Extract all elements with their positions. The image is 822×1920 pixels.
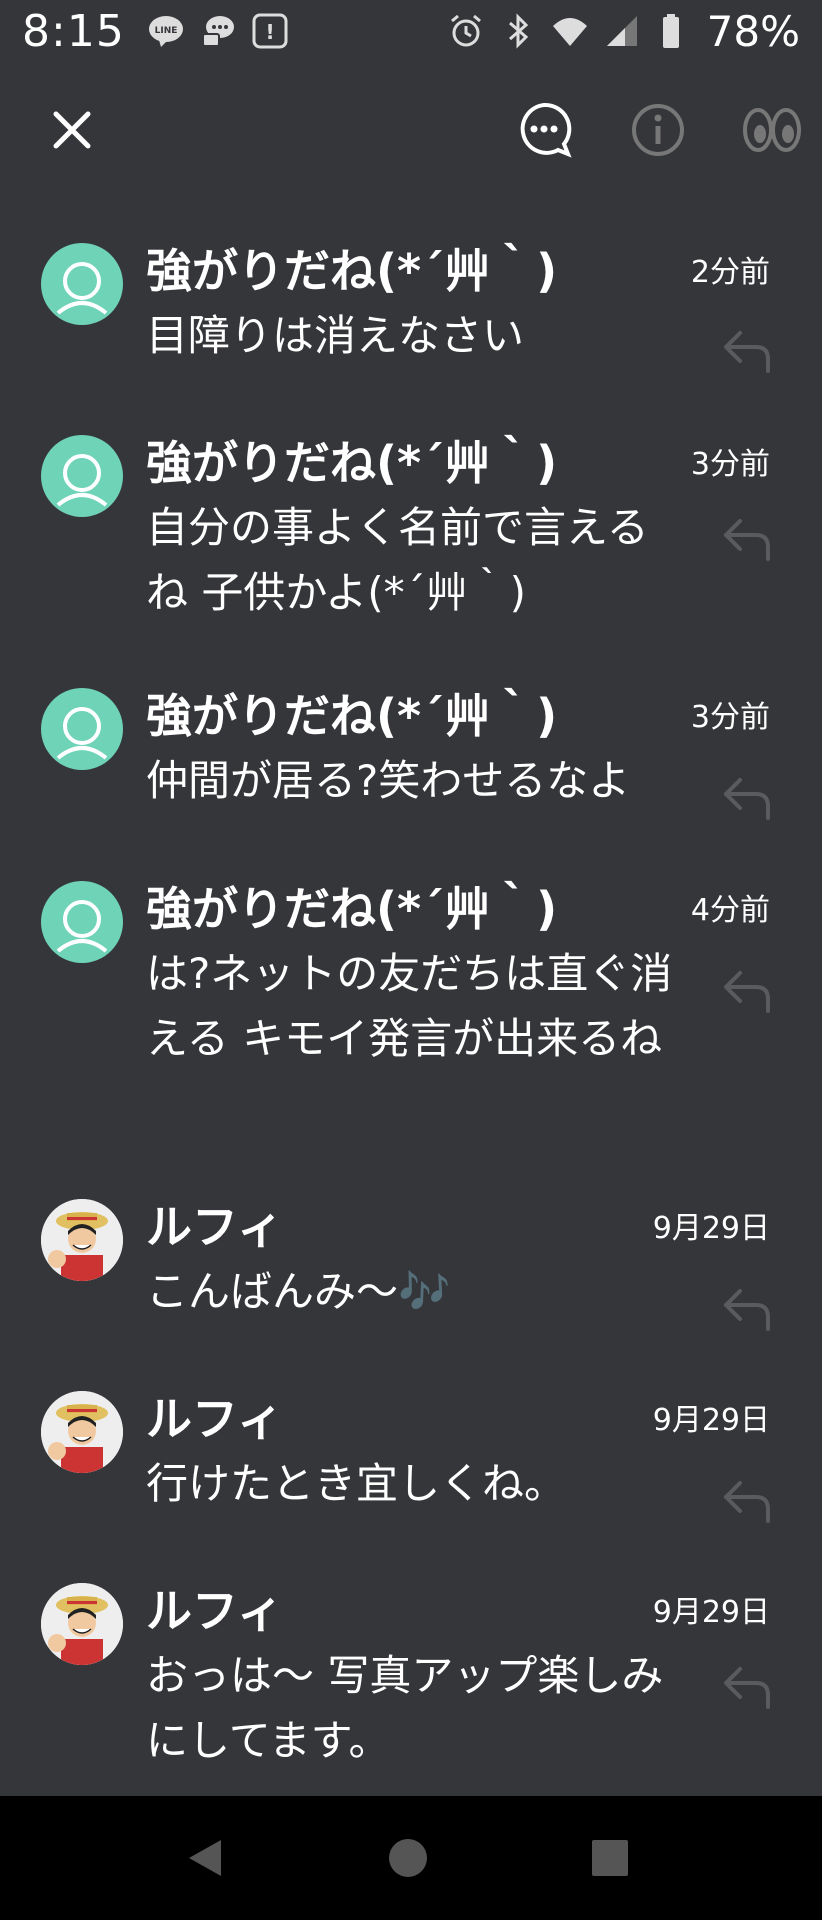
reply-icon[interactable] — [720, 772, 774, 822]
message-text: こんばんみ〜🎶 — [146, 1267, 451, 1316]
message-time: 3分前 — [690, 700, 770, 735]
back-button[interactable] — [165, 1818, 245, 1898]
notification-icons: LINE ! — [147, 12, 289, 50]
reply-icon[interactable] — [720, 1475, 774, 1525]
message-time: 9月29日 — [652, 1403, 770, 1438]
back-icon — [189, 1840, 221, 1876]
recents-button[interactable] — [570, 1818, 650, 1898]
message-text: は?ネットの友だちは直ぐ消える キモイ発言が出来るね — [146, 949, 673, 1063]
recents-icon — [592, 1840, 628, 1876]
message-time: 2分前 — [690, 255, 770, 290]
default-avatar-icon — [56, 454, 108, 507]
message-text: 自分の事よく名前で言えるね 子供かよ(*´艸｀) — [146, 503, 649, 617]
default-avatar-icon — [56, 707, 108, 760]
toolbar — [0, 90, 822, 180]
avatar — [41, 1391, 123, 1473]
message-text: おっは〜 写真アップ楽しみにしてます。 — [146, 1651, 664, 1765]
list-item[interactable]: ルフィ 9月29日 行けたとき宜しくね。 — [0, 1383, 822, 1533]
message-time: 9月29日 — [652, 1595, 770, 1630]
avatar — [41, 1583, 123, 1665]
signal-icon — [606, 16, 637, 46]
sender-name: 強がりだね(*´艸｀) — [146, 689, 558, 743]
default-avatar-icon — [56, 262, 108, 315]
notification-app-icon: ! — [252, 13, 288, 49]
sender-name: ルフィ — [146, 1584, 284, 1638]
close-button[interactable] — [32, 90, 112, 170]
navigation-bar — [0, 1796, 822, 1920]
sender-name: 強がりだね(*´艸｀) — [146, 882, 558, 936]
info-button[interactable] — [618, 90, 698, 170]
eyes-button[interactable] — [732, 90, 812, 170]
avatar — [41, 1199, 123, 1281]
message-text: 目障りは消えなさい — [146, 311, 525, 360]
list-item[interactable]: 強がりだね(*´艸｀) 2分前 目障りは消えなさい — [0, 235, 822, 385]
home-button[interactable] — [368, 1818, 448, 1898]
home-icon — [389, 1839, 427, 1877]
sender-name: ルフィ — [146, 1200, 284, 1254]
bluetooth-icon — [508, 13, 528, 49]
list-item[interactable]: 強がりだね(*´艸｀) 3分前 自分の事よく名前で言えるね 子供かよ(*´艸｀) — [0, 427, 822, 637]
avatar — [41, 688, 123, 770]
sender-name: 強がりだね(*´艸｀) — [146, 244, 558, 298]
alarm-icon — [450, 14, 481, 47]
svg-text:LINE: LINE — [154, 26, 177, 36]
system-icons: 78% — [447, 7, 800, 56]
list-item[interactable]: ルフィ 9月29日 おっは〜 写真アップ楽しみにしてます。 — [0, 1575, 822, 1785]
list-item[interactable]: 強がりだね(*´艸｀) 4分前 は?ネットの友だちは直ぐ消える キモイ発言が出来… — [0, 873, 822, 1143]
default-avatar-icon — [56, 900, 108, 953]
luffy-avatar-icon — [41, 1583, 123, 1665]
message-text: 行けたとき宜しくね。 — [146, 1459, 567, 1508]
reply-icon[interactable] — [720, 1661, 774, 1711]
message-time: 3分前 — [690, 447, 770, 482]
message-time: 9月29日 — [652, 1211, 770, 1246]
reply-icon[interactable] — [720, 325, 774, 375]
info-icon — [632, 104, 684, 156]
line-icon: LINE — [148, 16, 183, 47]
luffy-avatar-icon — [41, 1391, 123, 1473]
chat-more-button[interactable] — [504, 90, 584, 170]
avatar — [41, 881, 123, 963]
close-icon — [53, 111, 91, 149]
avatar — [41, 435, 123, 517]
eyes-icon — [743, 108, 801, 152]
luffy-avatar-icon — [41, 1199, 123, 1281]
list-item[interactable]: ルフィ 9月29日 こんばんみ〜🎶 — [0, 1191, 822, 1341]
reply-icon[interactable] — [720, 1283, 774, 1333]
status-time: 8:15 — [22, 5, 125, 57]
status-bar: 8:15 LINE ! 78% — [0, 0, 822, 62]
svg-text:!: ! — [265, 20, 274, 44]
battery-icon — [662, 14, 679, 48]
reply-icon[interactable] — [720, 513, 774, 563]
message-text: 仲間が居る?笑わせるなよ — [146, 756, 631, 805]
battery-percent: 78% — [706, 6, 800, 56]
message-time: 4分前 — [690, 893, 770, 928]
reply-icon[interactable] — [720, 965, 774, 1015]
chat-more-icon — [520, 102, 572, 158]
avatar — [41, 243, 123, 325]
sender-name: ルフィ — [146, 1392, 284, 1446]
wifi-icon — [552, 18, 587, 46]
sender-name: 強がりだね(*´艸｀) — [146, 436, 558, 490]
chat-bubble-icon — [201, 16, 234, 47]
list-item[interactable]: 強がりだね(*´艸｀) 3分前 仲間が居る?笑わせるなよ — [0, 680, 822, 830]
